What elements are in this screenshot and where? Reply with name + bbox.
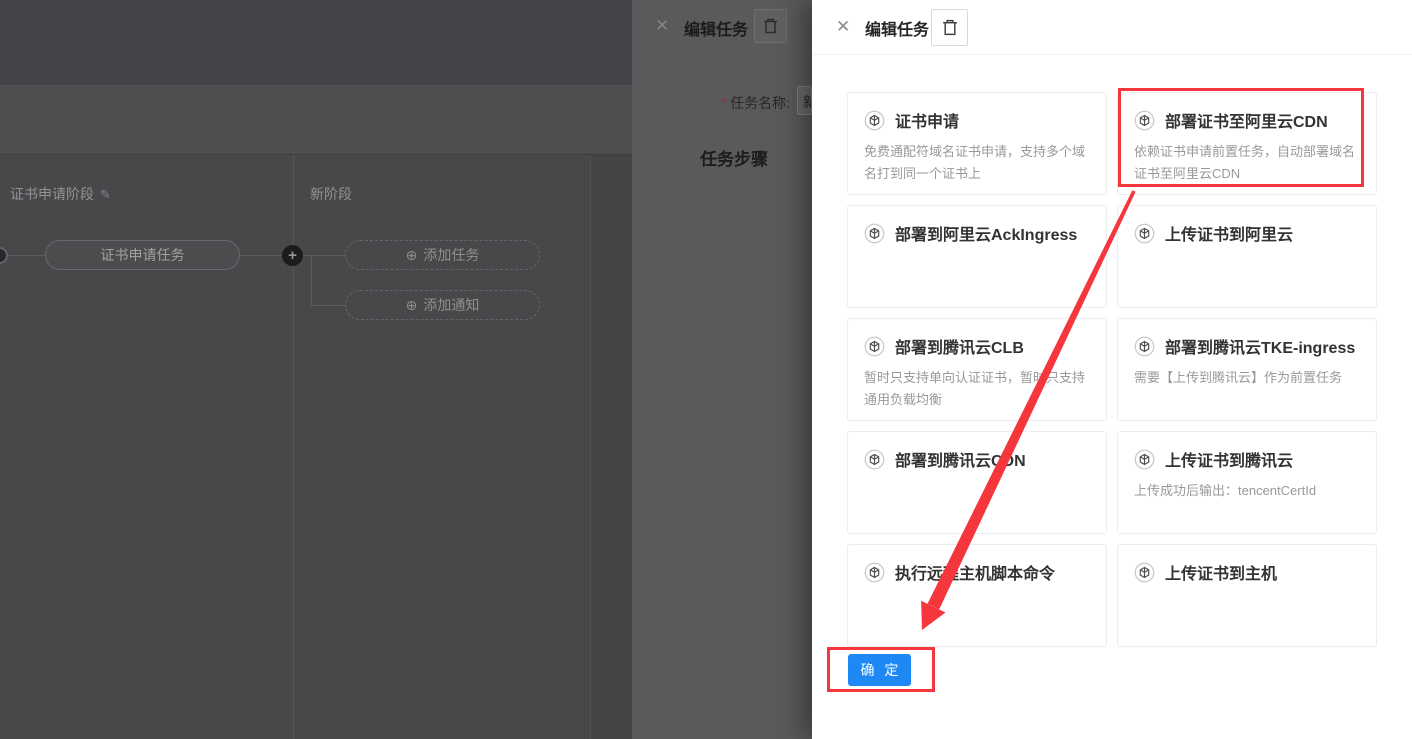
- task-type-title: 证书申请: [895, 108, 959, 132]
- task-type-title: 部署到阿里云AckIngress: [895, 221, 1077, 245]
- card-header: 部署到阿里云AckIngress: [864, 221, 1090, 245]
- required-mark: *: [722, 95, 727, 111]
- task-type-card[interactable]: 执行远程主机脚本命令: [847, 544, 1107, 647]
- close-icon[interactable]: ✕: [836, 17, 850, 37]
- task-type-card[interactable]: 上传证书到腾讯云 上传成功后输出：tencentCertId: [1117, 431, 1377, 534]
- canvas-edge-strip: [591, 155, 632, 739]
- confirm-button[interactable]: 确 定: [848, 654, 911, 686]
- deployment-unit-icon: [1134, 223, 1155, 244]
- task-steps-heading: 任务步骤: [700, 145, 768, 170]
- connector-line: [240, 255, 282, 256]
- delete-task-button[interactable]: [931, 9, 968, 46]
- drawer-title: 编辑任务: [684, 16, 748, 40]
- trash-icon: [942, 19, 958, 36]
- trash-icon: [763, 18, 778, 34]
- deployment-unit-icon: [1134, 449, 1155, 470]
- task-type-description: 依赖证书申请前置任务，自动部署域名证书至阿里云CDN: [1134, 141, 1360, 185]
- task-name-value: 新: [803, 94, 812, 110]
- deployment-unit-icon: [864, 336, 885, 357]
- deployment-unit-icon: [1134, 110, 1155, 131]
- task-node-label: 证书申请任务: [101, 245, 185, 265]
- task-type-card[interactable]: 上传证书到主机: [1117, 544, 1377, 647]
- task-type-card[interactable]: 部署到腾讯云CDN: [847, 431, 1107, 534]
- close-icon[interactable]: ✕: [655, 16, 669, 36]
- task-node-cert-apply[interactable]: 证书申请任务: [45, 240, 240, 270]
- connector-line: [311, 305, 345, 306]
- card-header: 执行远程主机脚本命令: [864, 560, 1090, 584]
- workflow-canvas: 证书申请阶段 ✎ 新阶段 证书申请任务 + ⊕ 添加任务 ⊕ 添加通知: [0, 0, 632, 739]
- delete-task-button[interactable]: [754, 9, 787, 43]
- deployment-unit-icon: [1134, 336, 1155, 357]
- plus-circle-icon: ⊕: [406, 248, 418, 262]
- toolbar-band: [0, 85, 632, 155]
- add-task-button[interactable]: ⊕ 添加任务: [345, 240, 540, 270]
- task-type-card[interactable]: 证书申请 免费通配符域名证书申请，支持多个域名打到同一个证书上: [847, 92, 1107, 195]
- stage-title-new-stage: 新阶段: [310, 184, 352, 204]
- deployment-unit-icon: [1134, 562, 1155, 583]
- task-type-title: 上传证书到腾讯云: [1165, 447, 1293, 471]
- stage-divider-2: [590, 155, 591, 739]
- add-task-label: 添加任务: [423, 245, 479, 265]
- drawer-header: ✕ 编辑任务: [812, 0, 1412, 55]
- card-header: 部署到腾讯云TKE-ingress: [1134, 334, 1360, 358]
- task-type-title: 执行远程主机脚本命令: [895, 560, 1055, 584]
- connector-line: [311, 255, 312, 306]
- edit-task-drawer-front: ✕ 编辑任务 证书申请 免费通配符域名证书申请，支持多个域名打到同一个证书上: [812, 0, 1412, 739]
- task-type-card[interactable]: 部署到腾讯云CLB 暂时只支持单向认证证书，暂时只支持通用负载均衡: [847, 318, 1107, 421]
- task-type-title: 部署到腾讯云CDN: [895, 447, 1026, 471]
- stage-divider: [293, 155, 294, 739]
- task-type-card[interactable]: 部署到阿里云AckIngress: [847, 205, 1107, 308]
- task-type-card-selected[interactable]: 部署证书至阿里云CDN 依赖证书申请前置任务，自动部署域名证书至阿里云CDN: [1117, 92, 1377, 195]
- task-type-description: 需要【上传到腾讯云】作为前置任务: [1134, 367, 1360, 389]
- deployment-unit-icon: [864, 562, 885, 583]
- task-name-field-label: *任务名称:: [632, 93, 790, 113]
- stage-title-cert-apply: 证书申请阶段 ✎: [10, 184, 111, 204]
- task-type-card-grid: 证书申请 免费通配符域名证书申请，支持多个域名打到同一个证书上 部署证书至阿里云…: [847, 92, 1377, 647]
- card-header: 部署到腾讯云CLB: [864, 334, 1090, 358]
- flow-start-node: [0, 247, 8, 264]
- stage-title-text: 新阶段: [310, 186, 352, 202]
- add-notification-button[interactable]: ⊕ 添加通知: [345, 290, 540, 320]
- card-header: 上传证书到主机: [1134, 560, 1360, 584]
- add-notification-label: 添加通知: [423, 295, 479, 315]
- task-type-description: 暂时只支持单向认证证书，暂时只支持通用负载均衡: [864, 367, 1090, 411]
- card-header: 上传证书到腾讯云: [1134, 447, 1360, 471]
- deployment-unit-icon: [864, 449, 885, 470]
- plus-icon: +: [288, 247, 297, 264]
- task-type-title: 上传证书到主机: [1165, 560, 1277, 584]
- card-header: 部署证书至阿里云CDN: [1134, 108, 1360, 132]
- task-type-description: 上传成功后输出：tencentCertId: [1134, 480, 1360, 502]
- add-stage-plus-button[interactable]: +: [282, 245, 303, 266]
- stage-title-text: 证书申请阶段: [10, 186, 94, 202]
- edit-task-drawer-back: ✕ 编辑任务 *任务名称: 新 任务步骤: [632, 0, 812, 739]
- connector-line: [303, 255, 345, 256]
- plus-circle-icon: ⊕: [406, 298, 418, 312]
- edit-pencil-icon[interactable]: ✎: [100, 187, 111, 202]
- card-header: 上传证书到阿里云: [1134, 221, 1360, 245]
- deployment-unit-icon: [864, 110, 885, 131]
- task-type-card[interactable]: 部署到腾讯云TKE-ingress 需要【上传到腾讯云】作为前置任务: [1117, 318, 1377, 421]
- connector-line: [8, 255, 45, 256]
- task-type-description: 免费通配符域名证书申请，支持多个域名打到同一个证书上: [864, 141, 1090, 185]
- card-header: 证书申请: [864, 108, 1090, 132]
- task-type-title: 部署到腾讯云TKE-ingress: [1165, 334, 1355, 358]
- task-name-input[interactable]: 新: [797, 86, 812, 115]
- card-header: 部署到腾讯云CDN: [864, 447, 1090, 471]
- top-bar: [0, 0, 632, 84]
- task-type-card[interactable]: 上传证书到阿里云: [1117, 205, 1377, 308]
- task-type-title: 部署到腾讯云CLB: [895, 334, 1024, 358]
- task-name-label-text: 任务名称:: [730, 95, 790, 111]
- task-type-title: 部署证书至阿里云CDN: [1165, 108, 1328, 132]
- drawer-title: 编辑任务: [865, 16, 929, 40]
- deployment-unit-icon: [864, 223, 885, 244]
- task-type-title: 上传证书到阿里云: [1165, 221, 1293, 245]
- app-root: 证书申请阶段 ✎ 新阶段 证书申请任务 + ⊕ 添加任务 ⊕ 添加通知 ✕ 编辑任…: [0, 0, 1412, 739]
